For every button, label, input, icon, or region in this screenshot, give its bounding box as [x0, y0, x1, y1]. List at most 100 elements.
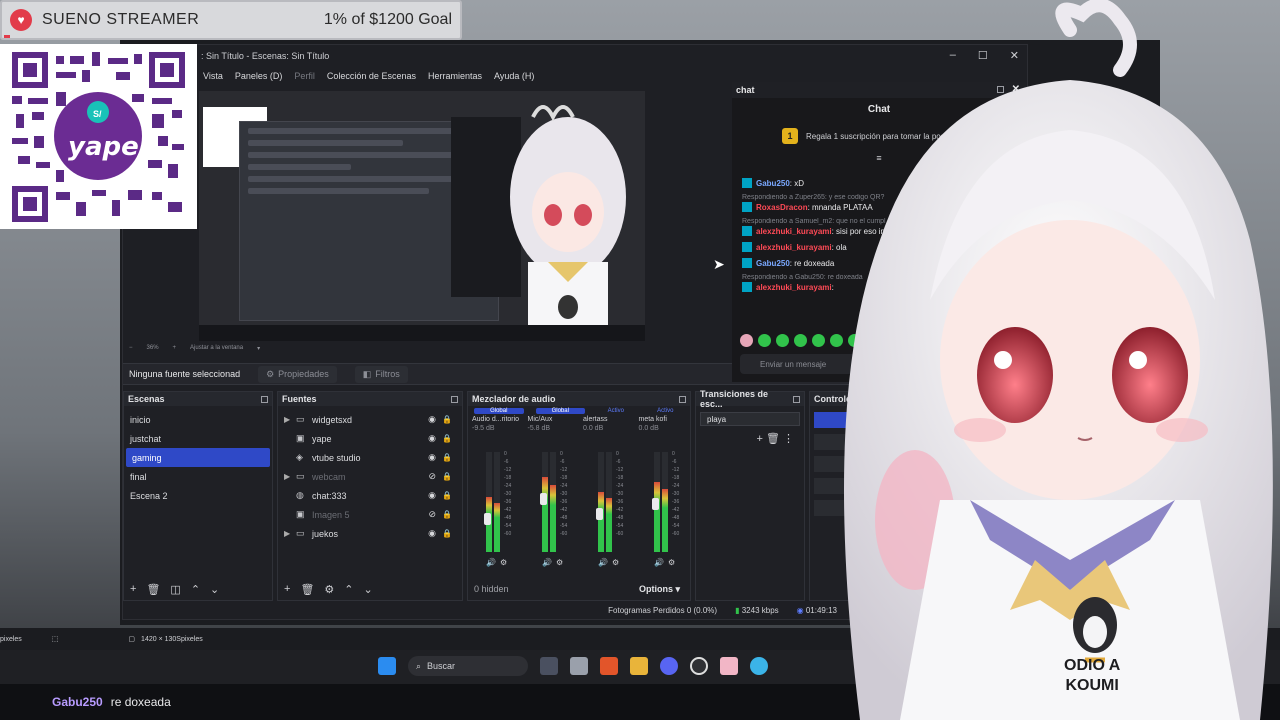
lock-icon[interactable]: 🔒 — [442, 415, 452, 424]
source-item[interactable]: ▣ yape ◉ 🔒 — [278, 429, 462, 448]
source-item[interactable]: ▣ Imagen 5 ⊘ 🔒 — [278, 505, 462, 524]
mixer-channel-name[interactable]: meta kofi — [635, 416, 691, 423]
add-icon[interactable]: + — [284, 583, 290, 595]
task-view-icon[interactable] — [540, 657, 558, 675]
trash-icon[interactable]: 🗑 — [300, 583, 314, 596]
app-icon[interactable] — [570, 657, 588, 675]
lock-icon[interactable]: 🔒 — [442, 472, 452, 481]
gear-icon[interactable]: ⚙ — [612, 558, 619, 567]
source-item[interactable]: ▶ ▭ webcam ⊘ 🔒 — [278, 467, 462, 486]
lock-icon[interactable]: 🔒 — [442, 529, 452, 538]
menu-item-ayuda[interactable]: Ayuda (H) — [494, 71, 534, 81]
chevron-down-icon[interactable]: ⌄ — [210, 583, 219, 596]
emote-icon[interactable] — [776, 334, 789, 347]
undock-icon[interactable] — [793, 395, 800, 403]
scene-item-active[interactable]: gaming — [126, 448, 270, 467]
scene-item[interactable]: justchat — [124, 429, 272, 448]
brave-icon[interactable] — [600, 657, 618, 675]
properties-button[interactable]: ⚙ Propiedades — [258, 365, 337, 383]
speaker-icon[interactable]: 🔊 — [654, 558, 664, 567]
audio-meter — [486, 452, 492, 552]
zoom-fit-button[interactable]: Ajustar a la ventana — [190, 345, 243, 352]
filter-icon[interactable]: ◫ — [170, 583, 180, 596]
more-icon[interactable]: ⋮ — [783, 433, 794, 445]
chevron-right-icon[interactable]: ▶ — [284, 415, 296, 424]
discord-icon[interactable] — [660, 657, 678, 675]
mixer-channel-name[interactable]: Mic/Aux — [524, 416, 580, 423]
eye-hidden-icon[interactable]: ⊘ — [428, 471, 436, 482]
eye-icon[interactable]: ◉ — [428, 528, 436, 539]
taskbar-search[interactable]: ⌕ Buscar — [408, 656, 528, 676]
menu-item-perfil[interactable]: Perfil — [294, 71, 315, 81]
sources-dock: Fuentes ▶ ▭ widgetsxd ◉ 🔒 ▣ yape ◉ 🔒 ◈ v — [277, 391, 463, 601]
browser-icon[interactable] — [750, 657, 768, 675]
folder-icon[interactable] — [630, 657, 648, 675]
mixer-channel-name[interactable]: alertass — [579, 416, 635, 423]
speaker-icon[interactable]: 🔊 — [542, 558, 552, 567]
emote-icon[interactable] — [794, 334, 807, 347]
chevron-up-icon[interactable]: ⌃ — [191, 583, 200, 596]
menu-item-vista[interactable]: Vista — [203, 71, 223, 81]
volume-slider-handle[interactable] — [540, 493, 547, 505]
transition-select[interactable]: playa — [700, 412, 800, 426]
gear-icon[interactable]: ⚙ — [668, 558, 675, 567]
add-icon[interactable]: + — [756, 433, 762, 445]
undock-icon[interactable] — [261, 395, 268, 403]
chat-username[interactable]: RoxasDracon — [756, 203, 808, 212]
chevron-down-icon[interactable]: ⌄ — [364, 583, 373, 596]
chevron-right-icon[interactable]: ▶ — [284, 529, 296, 538]
eye-icon[interactable]: ◉ — [428, 414, 436, 425]
source-item[interactable]: ◍ chat:333 ◉ 🔒 — [278, 486, 462, 505]
chevron-down-icon[interactable]: ▾ — [257, 345, 260, 352]
scene-item[interactable]: final — [124, 467, 272, 486]
source-item[interactable]: ◈ vtube studio ◉ 🔒 — [278, 448, 462, 467]
eye-icon[interactable]: ◉ — [428, 433, 436, 444]
image-icon: ▣ — [296, 433, 305, 443]
emote-icon[interactable] — [758, 334, 771, 347]
menu-item-herramientas[interactable]: Herramientas — [428, 71, 482, 81]
eye-hidden-icon[interactable]: ⊘ — [428, 509, 436, 520]
source-item[interactable]: ▶ ▭ widgetsxd ◉ 🔒 — [278, 410, 462, 429]
eye-icon[interactable]: ◉ — [428, 490, 436, 501]
undock-icon[interactable] — [451, 395, 458, 403]
source-item[interactable]: ▶ ▭ juekos ◉ 🔒 — [278, 524, 462, 543]
emote-icon[interactable] — [740, 334, 753, 347]
gear-icon[interactable]: ⚙ — [500, 558, 507, 567]
add-icon[interactable]: + — [130, 583, 136, 595]
lock-icon[interactable]: 🔒 — [442, 453, 452, 462]
menu-item-paneles[interactable]: Paneles (D) — [235, 71, 283, 81]
speaker-icon[interactable]: 🔊 — [486, 558, 496, 567]
chat-username[interactable]: Gabu250 — [756, 259, 790, 268]
lock-icon[interactable]: 🔒 — [442, 491, 452, 500]
volume-slider-handle[interactable] — [652, 498, 659, 510]
volume-slider-handle[interactable] — [596, 508, 603, 520]
stream-preview[interactable] — [199, 91, 645, 341]
lock-icon[interactable]: 🔒 — [442, 434, 452, 443]
vtube-studio-icon[interactable] — [720, 657, 738, 675]
source-list: ▶ ▭ widgetsxd ◉ 🔒 ▣ yape ◉ 🔒 ◈ vtube stu… — [278, 406, 462, 547]
trash-icon[interactable]: 🗑 — [146, 583, 160, 596]
lock-icon[interactable]: 🔒 — [442, 510, 452, 519]
trash-icon[interactable]: 🗑 — [766, 433, 780, 445]
zoom-out-icon[interactable]: − — [129, 345, 133, 352]
browser-icon: ◍ — [296, 490, 304, 500]
chevron-up-icon[interactable]: ⌃ — [344, 583, 353, 596]
scene-item[interactable]: Escena 2 — [124, 486, 272, 505]
filters-button[interactable]: ◧ Filtros — [354, 365, 408, 383]
mixer-options-button[interactable]: Options ▾ — [639, 584, 680, 595]
zoom-in-icon[interactable]: + — [173, 345, 177, 352]
windows-start-icon[interactable] — [378, 657, 396, 675]
volume-slider-handle[interactable] — [484, 513, 491, 525]
eye-icon[interactable]: ◉ — [428, 452, 436, 463]
chat-username[interactable]: Gabu250 — [756, 179, 790, 188]
signal-icon: ▮ — [735, 605, 740, 615]
gear-icon[interactable]: ⚙ — [556, 558, 563, 567]
gear-icon[interactable]: ⚙ — [324, 583, 334, 596]
chevron-right-icon[interactable]: ▶ — [284, 472, 296, 481]
obs-icon[interactable] — [690, 657, 708, 675]
scene-item[interactable]: inicio — [124, 410, 272, 429]
speaker-icon[interactable]: 🔊 — [598, 558, 608, 567]
undock-icon[interactable] — [679, 395, 686, 403]
menu-item-coleccion[interactable]: Colección de Escenas — [327, 71, 416, 81]
mixer-channel-name[interactable]: Audio d...ritorio — [468, 416, 524, 423]
